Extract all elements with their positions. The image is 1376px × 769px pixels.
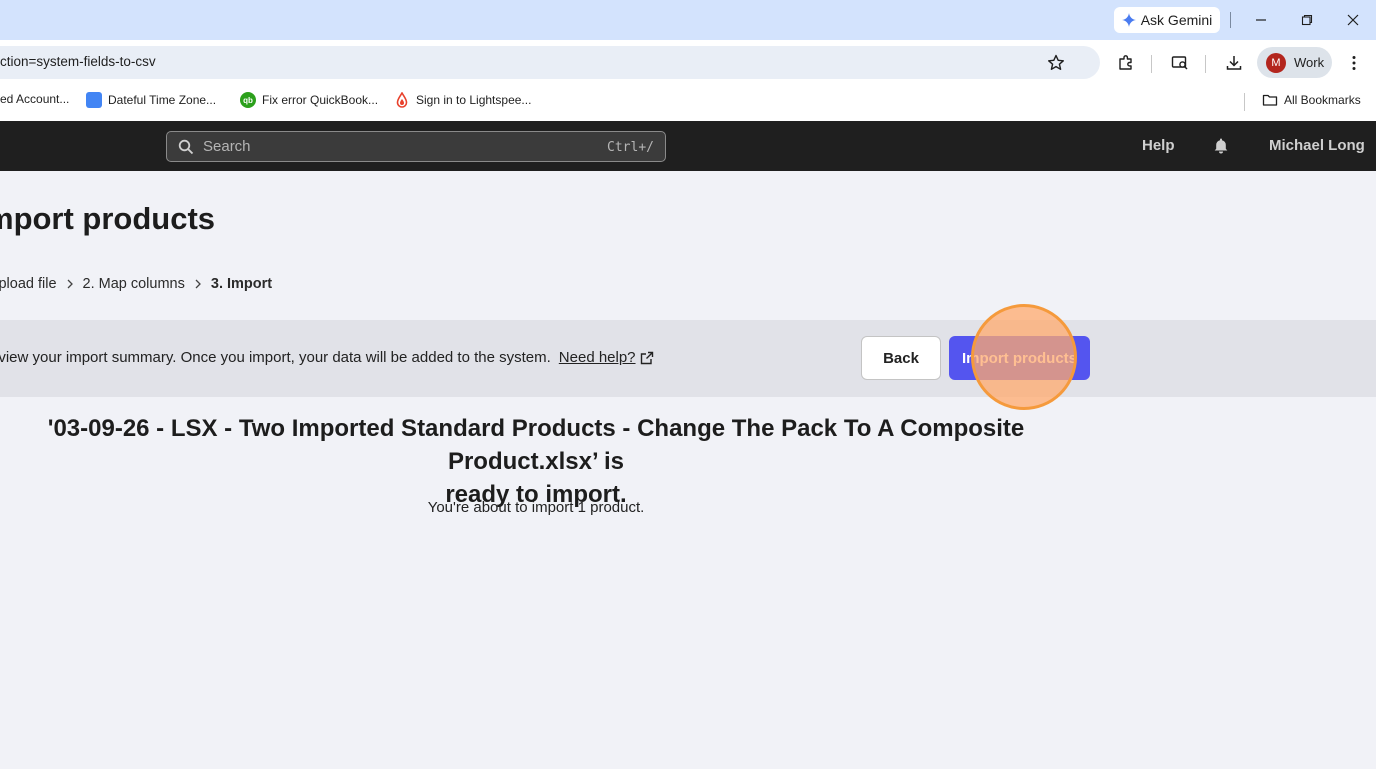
more-vertical-icon: [1352, 56, 1356, 70]
restore-icon: [1301, 14, 1313, 26]
calendar-icon: [86, 92, 102, 108]
app-header: Search Ctrl+/ Help Michael Long: [0, 121, 1376, 171]
tab-search-icon: [1171, 56, 1188, 70]
user-menu[interactable]: Michael Long: [1269, 137, 1365, 154]
toolbar-divider: [1205, 55, 1206, 73]
chevron-right-icon: [67, 279, 73, 289]
browser-menu-button[interactable]: [1344, 53, 1364, 73]
need-help-link[interactable]: Need help?: [559, 349, 636, 366]
close-icon: [1347, 14, 1359, 26]
minimize-button[interactable]: [1251, 10, 1271, 30]
import-summary-heading: '03-09-26 - LSX - Two Imported Standard …: [0, 412, 1076, 511]
url-text: ction=system-fields-to-csv: [0, 54, 156, 69]
step-upload-file: Upload file: [0, 276, 57, 292]
avatar: M: [1266, 52, 1286, 73]
bookmark-item[interactable]: Sign in to Lightspee...: [394, 92, 531, 108]
bookmark-item[interactable]: Dateful Time Zone...: [86, 92, 216, 108]
download-icon: [1226, 56, 1242, 70]
restore-button[interactable]: [1297, 10, 1317, 30]
search-icon: [178, 139, 194, 155]
bookmarks-bar: ed Account... Dateful Time Zone... qb Fi…: [0, 83, 1376, 121]
summary-line-1: '03-09-26 - LSX - Two Imported Standard …: [47, 415, 1025, 475]
chevron-right-icon: [195, 279, 201, 289]
external-link-icon: [640, 351, 653, 364]
bookmark-label: Fix error QuickBook...: [262, 93, 379, 107]
banner-text: eview your import summary. Once you impo…: [0, 349, 551, 366]
minimize-icon: [1256, 19, 1266, 21]
bookmarks-divider: [1244, 93, 1245, 111]
gemini-icon: [1121, 13, 1136, 27]
quickbooks-icon: qb: [240, 92, 256, 108]
lightspeed-icon: [396, 92, 408, 108]
puzzle-icon: [1119, 55, 1132, 70]
all-bookmarks-label: All Bookmarks: [1284, 93, 1361, 107]
toolbar-divider: [1151, 55, 1152, 73]
close-window-button[interactable]: [1343, 10, 1363, 30]
page-title: mport products: [0, 201, 216, 236]
bookmark-item[interactable]: qb Fix error QuickBook...: [240, 92, 378, 108]
import-banner: eview your import summary. Once you impo…: [0, 320, 1376, 397]
step-map-columns: 2. Map columns: [82, 276, 185, 292]
bookmark-label: Sign in to Lightspee...: [416, 93, 532, 107]
back-button[interactable]: Back: [861, 336, 941, 380]
import-steps: Upload file 2. Map columns 3. Import: [0, 276, 272, 292]
help-link[interactable]: Help: [1142, 137, 1175, 154]
ask-gemini-label: Ask Gemini: [1140, 12, 1213, 28]
search-shortcut: Ctrl+/: [607, 140, 654, 155]
bell-icon[interactable]: [1212, 137, 1230, 155]
browser-title-bar: Ask Gemini: [0, 0, 1376, 40]
bookmark-item[interactable]: ed Account...: [0, 92, 69, 106]
tab-search-button[interactable]: [1170, 53, 1190, 73]
import-products-button[interactable]: Import products: [949, 336, 1090, 380]
bookmark-label: ed Account...: [0, 92, 70, 106]
downloads-button[interactable]: [1224, 53, 1244, 73]
folder-icon: [1262, 94, 1278, 106]
ask-gemini-button[interactable]: Ask Gemini: [1114, 7, 1220, 33]
profile-button[interactable]: M Work: [1257, 47, 1332, 78]
search-placeholder: Search: [203, 138, 251, 155]
extensions-button[interactable]: [1116, 53, 1136, 73]
browser-toolbar: ction=system-fields-to-csv M Work: [0, 40, 1376, 83]
profile-label: Work: [1294, 55, 1325, 70]
address-bar[interactable]: ction=system-fields-to-csv: [0, 46, 1100, 79]
banner-message: eview your import summary. Once you impo…: [0, 349, 654, 366]
bookmark-label: Dateful Time Zone...: [108, 93, 217, 107]
all-bookmarks-button[interactable]: All Bookmarks: [1262, 92, 1361, 108]
title-bar-divider: [1230, 12, 1231, 28]
search-input[interactable]: Search Ctrl+/: [166, 131, 666, 162]
bookmark-star-icon[interactable]: [1046, 53, 1066, 73]
import-count-text: You're about to import 1 product.: [427, 499, 645, 516]
step-import: 3. Import: [210, 276, 273, 292]
